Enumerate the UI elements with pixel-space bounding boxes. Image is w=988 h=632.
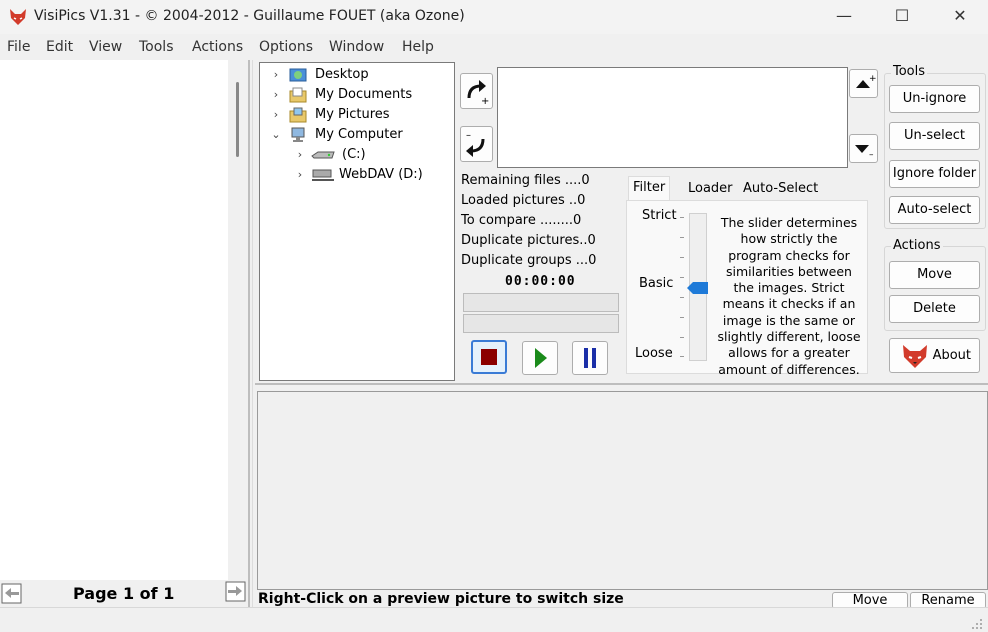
level-loose-label: Loose — [635, 346, 673, 361]
move-folder-down-button[interactable]: – — [849, 134, 878, 163]
menu-file[interactable]: File — [7, 39, 30, 55]
un-select-button[interactable]: Un-select — [889, 122, 980, 150]
documents-folder-icon — [289, 87, 307, 103]
status-hint: Right-Click on a preview picture to swit… — [258, 591, 624, 607]
svg-text:+: + — [481, 96, 489, 107]
menu-bar: File Edit View Tools Actions Options Win… — [0, 36, 988, 60]
chevron-down-icon[interactable]: ⌄ — [270, 126, 282, 144]
remove-folder-button[interactable]: – — [460, 126, 493, 162]
level-strict-label: Strict — [642, 208, 677, 223]
chevron-right-icon[interactable]: › — [294, 166, 306, 184]
preview-list-pane[interactable] — [0, 60, 228, 582]
resize-grip-icon[interactable] — [970, 617, 984, 631]
svg-text:–: – — [466, 130, 471, 141]
auto-select-button[interactable]: Auto-select — [889, 196, 980, 224]
title-bar: VisiPics V1.31 - © 2004-2012 - Guillaume… — [0, 0, 988, 34]
horizontal-splitter[interactable] — [255, 383, 988, 385]
page-indicator: Page 1 of 1 — [73, 584, 175, 603]
status-bar — [0, 607, 988, 632]
about-label: About — [932, 348, 971, 363]
pause-icon — [584, 348, 596, 368]
menu-edit[interactable]: Edit — [46, 39, 73, 55]
hard-drive-icon — [311, 151, 335, 159]
to-compare-stat: To compare ........0 — [461, 213, 582, 228]
minimize-button[interactable]: — — [821, 0, 867, 34]
menu-window[interactable]: Window — [329, 39, 384, 55]
tree-label: My Computer — [315, 127, 403, 142]
preview-scrollbar[interactable] — [228, 60, 248, 582]
menu-actions[interactable]: Actions — [192, 39, 243, 55]
tab-loader[interactable]: Loader — [684, 178, 737, 200]
tree-label: Desktop — [315, 67, 369, 82]
progress-bar-secondary — [463, 314, 619, 333]
close-button[interactable]: ✕ — [937, 0, 983, 34]
move-button[interactable]: Move — [889, 261, 980, 289]
chevron-right-icon[interactable]: › — [270, 106, 282, 124]
fox-logo-icon — [903, 345, 927, 368]
ignore-folder-button[interactable]: Ignore folder — [889, 160, 980, 188]
image-preview-pane[interactable] — [257, 391, 988, 590]
move-folder-up-button[interactable]: + — [849, 69, 878, 98]
loaded-pictures-stat: Loaded pictures ..0 — [461, 193, 586, 208]
pane-splitter-edge — [252, 60, 253, 632]
level-basic-label: Basic — [639, 276, 674, 291]
desktop-folder-icon — [289, 68, 307, 82]
tree-label: (C:) — [342, 147, 366, 162]
remaining-files-stat: Remaining files ....0 — [461, 173, 590, 188]
app-fox-icon — [10, 9, 26, 25]
about-button[interactable]: About — [889, 338, 980, 373]
add-folder-arrow-icon: + — [467, 80, 489, 107]
window-title: VisiPics V1.31 - © 2004-2012 - Guillaume… — [34, 8, 465, 24]
chevron-right-icon[interactable]: › — [270, 66, 282, 84]
pictures-folder-icon — [289, 107, 307, 123]
duplicate-groups-stat: Duplicate groups ...0 — [461, 253, 597, 268]
stop-icon — [481, 349, 497, 365]
maximize-button[interactable]: ☐ — [879, 0, 925, 34]
computer-icon — [291, 127, 305, 142]
duplicate-pictures-stat: Duplicate pictures..0 — [461, 233, 596, 248]
tree-label: My Documents — [315, 87, 413, 102]
network-drive-icon — [312, 169, 334, 181]
folder-tree[interactable]: › Desktop › My Documents › My Pictures ⌄… — [259, 62, 455, 381]
filter-description: The slider determines how strictly the p… — [717, 215, 861, 377]
tab-filter[interactable]: Filter — [628, 176, 671, 202]
add-folder-button[interactable]: + — [460, 73, 493, 109]
pane-splitter[interactable] — [248, 60, 250, 632]
tree-label: My Pictures — [315, 107, 390, 122]
triangle-up-plus-icon: + — [856, 74, 877, 88]
menu-help[interactable]: Help — [402, 39, 434, 55]
menu-view[interactable]: View — [89, 39, 122, 55]
actions-group-label: Actions — [891, 238, 943, 253]
elapsed-timer: 00:00:00 — [505, 274, 576, 289]
similarity-slider-thumb[interactable] — [687, 281, 709, 295]
remove-folder-arrow-icon: – — [466, 130, 485, 157]
progress-bar-primary — [463, 293, 619, 312]
left-footer: Page 1 of 1 — [0, 580, 248, 606]
svg-text:+: + — [869, 74, 877, 84]
menu-tools[interactable]: Tools — [139, 39, 174, 55]
chevron-right-icon[interactable]: › — [270, 86, 282, 104]
play-button[interactable] — [522, 341, 558, 375]
pause-button[interactable] — [572, 341, 608, 375]
previous-page-icon[interactable] — [1, 583, 22, 604]
folder-list-box[interactable] — [497, 67, 848, 168]
next-page-icon[interactable] — [225, 581, 246, 602]
delete-button[interactable]: Delete — [889, 295, 980, 323]
play-icon — [535, 348, 547, 368]
scrollbar-thumb[interactable] — [236, 82, 239, 157]
menu-options[interactable]: Options — [259, 39, 313, 55]
triangle-down-minus-icon: – — [855, 145, 874, 160]
svg-text:–: – — [869, 150, 874, 160]
un-ignore-button[interactable]: Un-ignore — [889, 85, 980, 113]
tab-auto-select[interactable]: Auto-Select — [739, 178, 822, 200]
chevron-right-icon[interactable]: › — [294, 146, 306, 164]
stop-button[interactable] — [471, 340, 507, 374]
tree-label: WebDAV (D:) — [339, 167, 423, 182]
tools-group-label: Tools — [891, 64, 928, 79]
